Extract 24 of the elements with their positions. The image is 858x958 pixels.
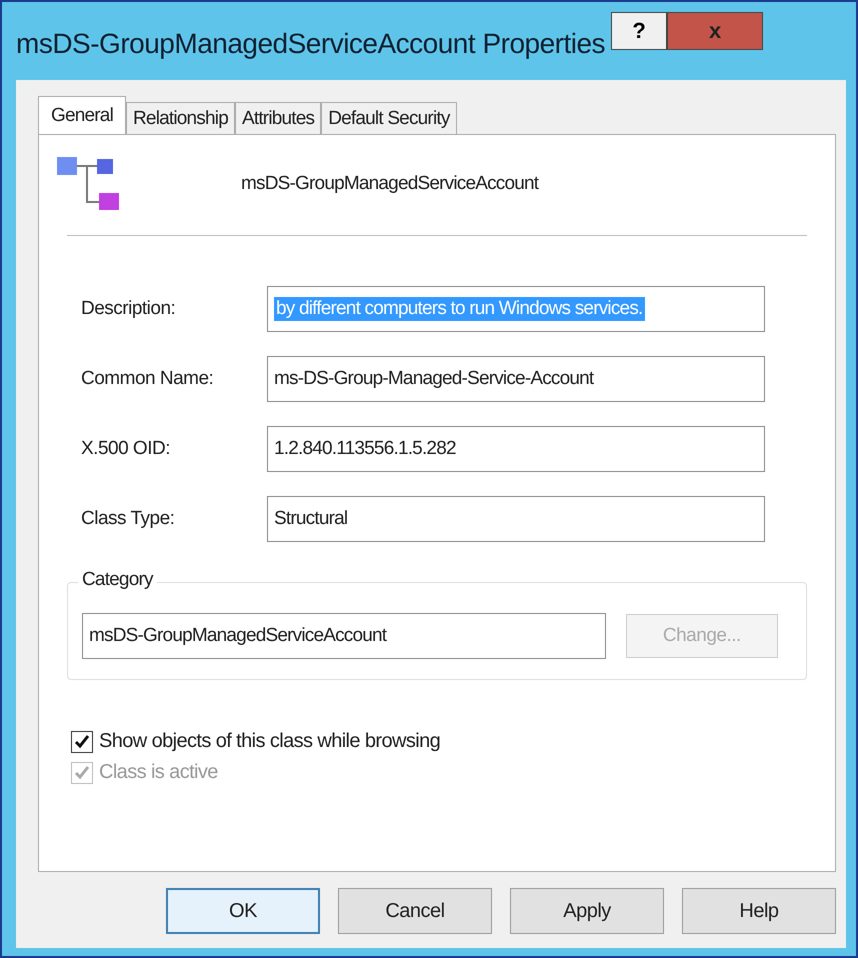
field-label: X.500 OID: <box>80 438 171 460</box>
checkbox-label: Show objects of this class while browsing <box>99 730 440 753</box>
class-name: msDS-GroupManagedServiceAccount <box>241 173 538 195</box>
tab[interactable]: Relationship <box>126 102 235 134</box>
field-label: Common Name: <box>80 368 214 390</box>
text-field[interactable]: ms-DS-Group-Managed-Service-Account <box>267 356 765 402</box>
checkbox-label: Class is active <box>99 761 218 784</box>
dialog-button[interactable]: OK <box>166 888 320 934</box>
field-label: Class Type: <box>80 508 176 530</box>
tab[interactable]: General <box>38 96 126 134</box>
checkbox[interactable] <box>71 730 93 752</box>
help-button[interactable]: ? <box>611 12 668 50</box>
window-title: msDS-GroupManagedServiceAccount Properties <box>16 28 606 60</box>
dialog-button[interactable]: Help <box>682 888 836 934</box>
tab[interactable]: Attributes <box>234 102 322 134</box>
close-button[interactable]: x <box>667 12 764 50</box>
field-label: Description: <box>80 298 176 320</box>
group-legend: Category <box>78 569 157 591</box>
category-field[interactable]: msDS-GroupManagedServiceAccount <box>82 613 606 659</box>
dialog-button[interactable]: Cancel <box>338 888 492 934</box>
tab[interactable]: Default Security <box>321 102 457 134</box>
dialog-button[interactable]: Apply <box>510 888 664 934</box>
text-field[interactable]: 1.2.840.113556.1.5.282 <box>267 426 765 472</box>
text-field[interactable]: Structural <box>267 496 765 542</box>
